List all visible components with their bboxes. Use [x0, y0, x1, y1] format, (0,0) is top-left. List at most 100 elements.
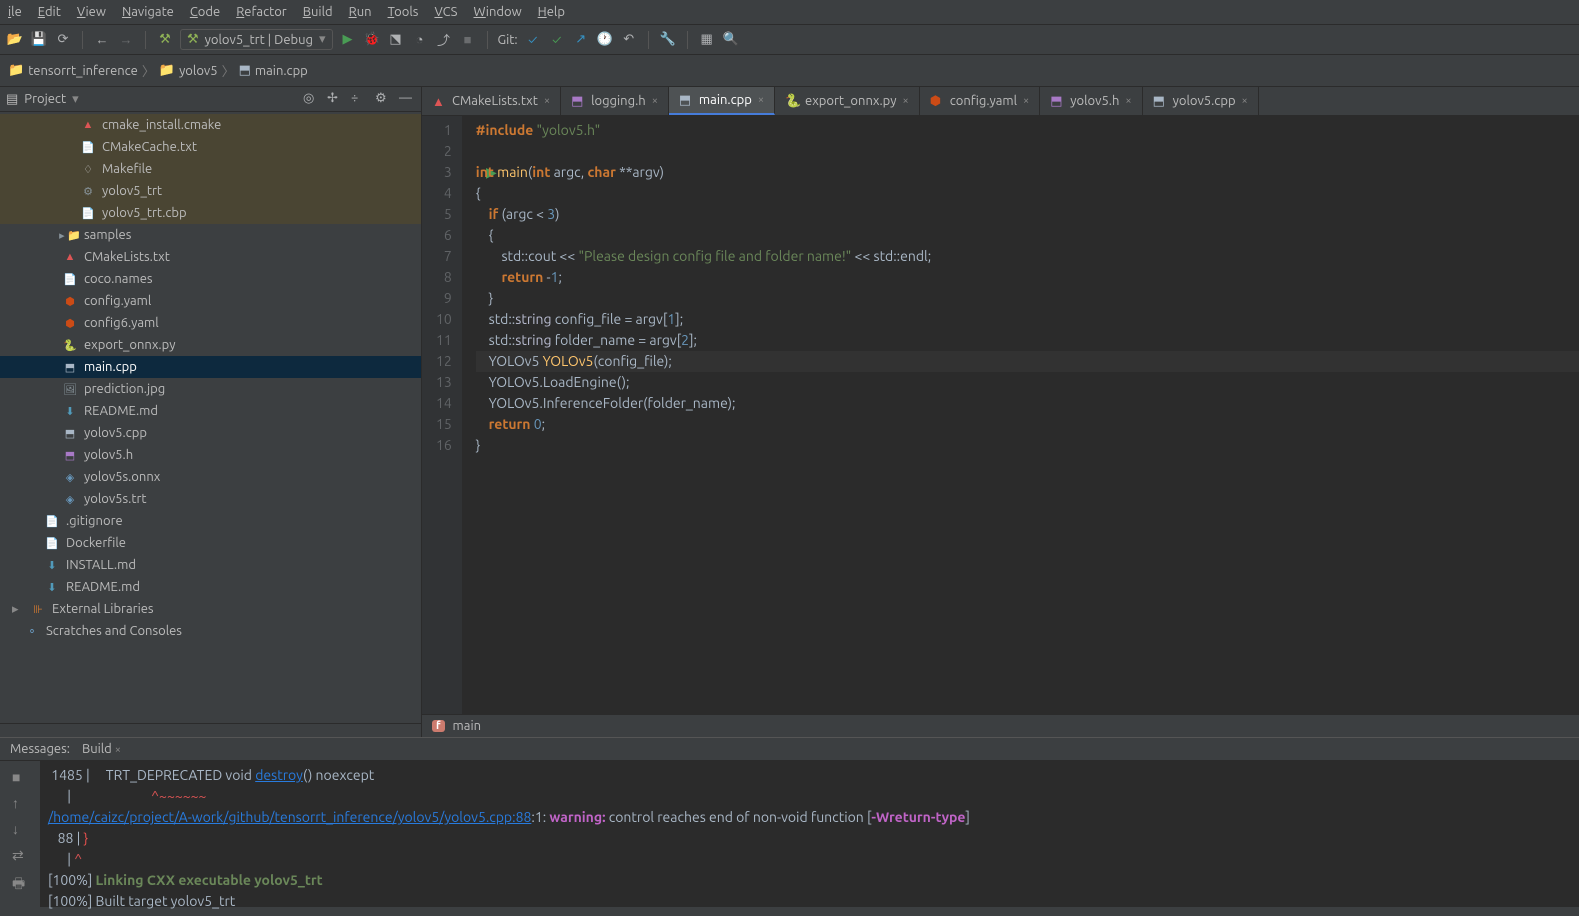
tree-item-install-md[interactable]: ⬇INSTALL.md — [0, 554, 421, 576]
code-line-3[interactable]: int main(int argc, char **argv) — [476, 162, 1579, 183]
close-tab-icon[interactable]: × — [758, 94, 764, 106]
search-everywhere-icon[interactable]: 🔍 — [722, 31, 740, 49]
tree-external-libraries[interactable]: ▸⊪External Libraries — [0, 598, 421, 620]
run-icon[interactable]: ▶ — [339, 31, 357, 49]
editor-tab-export-onnx-py[interactable]: 🐍export_onnx.py× — [775, 87, 920, 115]
tree-item-dockerfile[interactable]: 📄Dockerfile — [0, 532, 421, 554]
git-update-icon[interactable]: ✓ — [524, 31, 542, 49]
close-tab-icon[interactable]: × — [1242, 95, 1248, 107]
build-hammer-icon[interactable]: ⚒ — [156, 31, 174, 49]
git-history-icon[interactable]: 🕐 — [596, 31, 614, 49]
tree-item-yolov5s-onnx[interactable]: ◈yolov5s.onnx — [0, 466, 421, 488]
collapse-icon[interactable]: ÷ — [351, 91, 367, 107]
menu-item-vcs[interactable]: VCS — [426, 2, 465, 22]
tree-item-yolov5-h[interactable]: ⬒yolov5.h — [0, 444, 421, 466]
tree-item-coco-names[interactable]: 📄coco.names — [0, 268, 421, 290]
code-line-11[interactable]: std::string folder_name = argv[2]; — [476, 330, 1579, 351]
code-line-1[interactable]: #include "yolov5.h" — [476, 120, 1579, 141]
console-wrap-icon[interactable]: ⇄ — [12, 847, 28, 863]
git-push-icon[interactable]: ↗ — [572, 31, 590, 49]
structure-icon[interactable]: ▦ — [698, 31, 716, 49]
tree-item-config6-yaml[interactable]: ⬢config6.yaml — [0, 312, 421, 334]
project-tree[interactable]: ▲cmake_install.cmake📄CMakeCache.txt♢Make… — [0, 112, 421, 723]
breadcrumb-file[interactable]: ⬒main.cpp — [239, 63, 308, 78]
code-line-12[interactable]: YOLOv5 YOLOv5(config_file); — [476, 351, 1579, 372]
code-line-5[interactable]: if (argc < 3) — [476, 204, 1579, 225]
tree-scratches[interactable]: ⚬Scratches and Consoles — [0, 620, 421, 642]
close-tab-icon[interactable]: × — [1125, 95, 1131, 107]
menu-item-run[interactable]: Run — [341, 2, 380, 22]
console-print-icon[interactable]: 🖶 — [12, 873, 28, 889]
console-output[interactable]: 1485 | TRT_DEPRECATED void destroy() noe… — [40, 761, 1579, 916]
profile-icon[interactable]: ◔ — [411, 31, 429, 49]
coverage-icon[interactable]: ⬔ — [387, 31, 405, 49]
code-line-10[interactable]: std::string config_file = argv[1]; — [476, 309, 1579, 330]
editor-tab-main-cpp[interactable]: ⬒main.cpp× — [669, 87, 775, 115]
code-line-2[interactable] — [476, 141, 1579, 162]
tree-item-cmake-install-cmake[interactable]: ▲cmake_install.cmake — [0, 114, 421, 136]
console-stop-icon[interactable]: ■ — [12, 769, 28, 785]
menu-item-ile[interactable]: ile — [0, 2, 30, 22]
tree-item-prediction-jpg[interactable]: 🖼prediction.jpg — [0, 378, 421, 400]
menu-item-refactor[interactable]: Refactor — [228, 2, 295, 22]
tree-item-samples[interactable]: ▸ 📁samples — [0, 224, 421, 246]
tree-item-cmakecache-txt[interactable]: 📄CMakeCache.txt — [0, 136, 421, 158]
debug-icon[interactable]: 🐞 — [363, 31, 381, 49]
code-line-7[interactable]: std::cout << "Please design config file … — [476, 246, 1579, 267]
tree-item-cmakelists-txt[interactable]: ▲CMakeLists.txt — [0, 246, 421, 268]
editor-tab-cmakelists-txt[interactable]: ▲CMakeLists.txt× — [422, 87, 561, 115]
close-tab-icon[interactable]: × — [1023, 95, 1029, 107]
tree-item-yolov5-trt-cbp[interactable]: 📄yolov5_trt.cbp — [0, 202, 421, 224]
breadcrumb-folder[interactable]: 📁yolov5 — [159, 63, 218, 78]
menu-item-edit[interactable]: Edit — [30, 2, 69, 22]
project-label[interactable]: Project — [24, 92, 66, 106]
close-tab-icon[interactable]: × — [652, 95, 658, 107]
console-down-icon[interactable]: ↓ — [12, 821, 28, 837]
menu-item-help[interactable]: Help — [530, 2, 573, 22]
code-line-8[interactable]: return -1; — [476, 267, 1579, 288]
code-line-15[interactable]: return 0; — [476, 414, 1579, 435]
git-commit-icon[interactable]: ✓ — [548, 31, 566, 49]
editor-tab-config-yaml[interactable]: ⬢config.yaml× — [920, 87, 1041, 115]
code-line-14[interactable]: YOLOv5.InferenceFolder(folder_name); — [476, 393, 1579, 414]
tree-item-yolov5s-trt[interactable]: ◈yolov5s.trt — [0, 488, 421, 510]
code-line-13[interactable]: YOLOv5.LoadEngine(); — [476, 372, 1579, 393]
tree-item-readme-md[interactable]: ⬇README.md — [0, 576, 421, 598]
tree-item-export-onnx-py[interactable]: 🐍export_onnx.py — [0, 334, 421, 356]
forward-icon[interactable]: → — [117, 31, 135, 49]
function-name[interactable]: main — [453, 719, 481, 733]
tree-item-main-cpp[interactable]: ⬒main.cpp — [0, 356, 421, 378]
code-editor[interactable]: 123▶45678910111213141516 #include "yolov… — [422, 116, 1579, 714]
horizontal-scrollbar[interactable] — [0, 723, 421, 737]
console-up-icon[interactable]: ↑ — [12, 795, 28, 811]
messages-tab-build[interactable]: Build × — [82, 742, 121, 756]
close-tab-icon[interactable]: × — [903, 95, 909, 107]
menu-item-code[interactable]: Code — [182, 2, 228, 22]
tree-item-config-yaml[interactable]: ⬢config.yaml — [0, 290, 421, 312]
tree-item-yolov5-cpp[interactable]: ⬒yolov5.cpp — [0, 422, 421, 444]
open-icon[interactable]: 📂 — [6, 31, 24, 49]
code-line-9[interactable]: } — [476, 288, 1579, 309]
tree-item-readme-md[interactable]: ⬇README.md — [0, 400, 421, 422]
git-rollback-icon[interactable]: ↶ — [620, 31, 638, 49]
menu-item-navigate[interactable]: Navigate — [114, 2, 182, 22]
editor-tab-yolov5-h[interactable]: ⬒yolov5.h× — [1040, 87, 1142, 115]
menu-item-window[interactable]: Window — [466, 2, 530, 22]
attach-icon[interactable]: ⤴ — [435, 31, 453, 49]
tree-item-makefile[interactable]: ♢Makefile — [0, 158, 421, 180]
code-line-4[interactable]: { — [476, 183, 1579, 204]
editor-tab-logging-h[interactable]: ⬒logging.h× — [561, 87, 669, 115]
run-configuration-select[interactable]: ⚒ yolov5_trt | Debug ▾ — [180, 29, 333, 50]
menu-item-view[interactable]: View — [69, 2, 114, 22]
code-line-16[interactable]: } — [476, 435, 1579, 456]
tree-item--gitignore[interactable]: 📄.gitignore — [0, 510, 421, 532]
stop-icon[interactable]: ■ — [459, 31, 477, 49]
save-icon[interactable]: 💾 — [30, 31, 48, 49]
ide-settings-icon[interactable]: 🔧 — [659, 31, 677, 49]
expand-icon[interactable]: ✢ — [327, 91, 343, 107]
breadcrumb-root[interactable]: 📁tensorrt_inference — [8, 63, 138, 78]
menu-item-build[interactable]: Build — [295, 2, 341, 22]
editor-tab-yolov5-cpp[interactable]: ⬒yolov5.cpp× — [1143, 87, 1259, 115]
settings-gear-icon[interactable]: ⚙ — [375, 91, 391, 107]
refresh-icon[interactable]: ⟳ — [54, 31, 72, 49]
